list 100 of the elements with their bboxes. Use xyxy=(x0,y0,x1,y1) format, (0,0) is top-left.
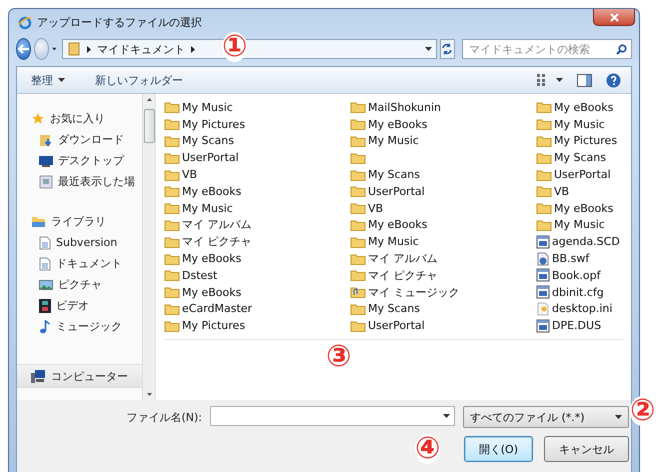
file-item[interactable]: マイ ミュージック xyxy=(350,284,536,301)
file-item[interactable]: My Music xyxy=(164,99,350,116)
scroll-thumb[interactable] xyxy=(144,109,154,143)
new-folder-button[interactable]: 新しいフォルダー xyxy=(91,70,187,90)
file-item[interactable]: My Music xyxy=(350,233,536,250)
file-item[interactable]: マイ アルバム xyxy=(164,216,350,234)
file-item[interactable]: My eBooks xyxy=(164,182,350,200)
sidebar-item[interactable]: デスクトップ xyxy=(17,150,142,171)
file-item[interactable]: My Pictures xyxy=(164,317,350,334)
file-item[interactable]: My Scans xyxy=(536,149,623,166)
file-item[interactable]: Dstest xyxy=(164,266,350,284)
file-item[interactable]: dbinit.cfg xyxy=(536,284,623,301)
folder-icon xyxy=(536,118,552,130)
cancel-button[interactable]: キャンセル xyxy=(544,436,629,462)
preview-pane-button[interactable] xyxy=(577,74,592,86)
help-button[interactable] xyxy=(606,72,621,88)
file-item[interactable]: desktop.ini xyxy=(536,300,623,318)
document-icon xyxy=(536,234,550,249)
file-item[interactable]: My Music xyxy=(536,216,623,234)
file-item[interactable]: DPE.DUS xyxy=(536,317,623,334)
file-item[interactable]: My Music xyxy=(164,200,350,217)
file-item[interactable]: My eBooks xyxy=(350,216,536,234)
scrollbar[interactable] xyxy=(142,94,155,400)
folder-icon xyxy=(536,168,552,181)
sidebar-heading[interactable]: コンピューター xyxy=(17,364,142,388)
sidebar-heading[interactable]: ライブラリ xyxy=(17,211,142,232)
file-item[interactable]: My Music xyxy=(536,116,623,133)
sidebar-item[interactable]: ダウンロード xyxy=(17,129,142,150)
file-type-dropdown[interactable]: すべてのファイル (*.*) xyxy=(463,406,629,428)
folder-icon xyxy=(536,202,552,214)
file-item[interactable]: My eBooks xyxy=(164,250,350,267)
file-item[interactable]: UserPortal xyxy=(350,182,536,200)
sidebar-item[interactable]: Subversion xyxy=(17,232,142,253)
close-button[interactable] xyxy=(593,9,635,26)
folder-icon xyxy=(164,152,180,164)
file-item[interactable]: My eBooks xyxy=(536,99,623,116)
caret-icon xyxy=(58,78,65,82)
dropdown-caret-icon xyxy=(424,47,432,51)
file-item[interactable]: My eBooks xyxy=(536,200,623,217)
file-item[interactable]: マイ アルバム xyxy=(350,250,536,267)
open-button[interactable]: 開く(O) xyxy=(464,436,533,462)
file-item[interactable]: マイ ピクチャ xyxy=(164,233,350,250)
refresh-arrows-icon xyxy=(441,43,454,55)
folder-icon xyxy=(536,152,552,164)
file-item[interactable]: eCardMaster xyxy=(164,300,350,318)
browser-logo-icon xyxy=(18,16,32,30)
file-item[interactable]: My eBooks xyxy=(164,284,350,301)
file-item[interactable]: UserPortal xyxy=(164,149,350,166)
film-icon xyxy=(39,298,51,312)
file-item[interactable]: UserPortal xyxy=(350,317,536,334)
file-item[interactable]: My Music xyxy=(350,132,536,150)
file-item[interactable]: Book.opf xyxy=(536,266,623,284)
sidebar-item[interactable]: ピクチャ xyxy=(17,274,142,295)
folder-icon xyxy=(350,168,366,181)
folder-icon xyxy=(350,269,366,282)
folder-icon xyxy=(164,185,180,198)
folder-icon xyxy=(536,218,552,231)
file-item[interactable]: agenda.SCD xyxy=(536,233,623,250)
file-item[interactable]: My eBooks xyxy=(350,116,536,133)
folder-icon xyxy=(66,42,81,56)
folder-icon xyxy=(164,320,180,332)
window-title: アップロードするファイルの選択 xyxy=(37,15,202,30)
search-icon xyxy=(616,44,628,54)
sidebar-item[interactable]: ドキュメント xyxy=(17,253,142,274)
folder-icon xyxy=(536,185,552,198)
sidebar-item[interactable]: 最近表示した場 xyxy=(17,171,142,192)
view-menu[interactable] xyxy=(537,74,563,86)
music-folder-icon xyxy=(350,286,366,298)
scroll-down-icon xyxy=(146,393,152,396)
file-item[interactable]: VB xyxy=(536,182,623,200)
back-button[interactable] xyxy=(16,38,32,60)
file-item[interactable]: VB xyxy=(350,200,536,217)
scroll-up-icon xyxy=(146,98,152,101)
folder-icon xyxy=(164,236,180,248)
folder-icon xyxy=(164,118,180,130)
organize-menu[interactable]: 整理 xyxy=(27,70,69,90)
file-name-field[interactable] xyxy=(210,406,455,426)
refresh-button[interactable] xyxy=(440,39,456,59)
file-item[interactable]: マイ ピクチャ xyxy=(350,266,536,284)
close-icon xyxy=(610,12,618,22)
sidebar-item[interactable]: ビデオ xyxy=(17,295,142,316)
search-field[interactable]: マイドキュメントの検索 xyxy=(462,39,632,59)
sidebar-heading[interactable]: お気に入り xyxy=(17,108,142,129)
document-icon xyxy=(39,256,51,270)
sidebar-item[interactable]: ミュージック xyxy=(17,316,142,337)
file-name-label: ファイル名(N): xyxy=(126,410,202,424)
folder-icon xyxy=(350,218,366,231)
file-item[interactable]: My Pictures xyxy=(536,132,623,150)
file-item[interactable]: MailShokunin xyxy=(350,99,536,116)
file-item[interactable]: UserPortal xyxy=(536,166,623,183)
file-item[interactable]: My Pictures xyxy=(164,116,350,133)
folder-icon xyxy=(350,134,366,147)
file-item[interactable]: BB.swf xyxy=(536,250,623,267)
file-item[interactable]: My Scans xyxy=(350,166,536,183)
folder-icon xyxy=(536,134,552,147)
breadcrumb[interactable]: マイドキュメント xyxy=(96,42,185,56)
help-icon xyxy=(606,72,621,88)
file-item[interactable]: My Scans xyxy=(164,132,350,150)
file-item[interactable]: VB xyxy=(164,166,350,183)
file-item[interactable]: My Scans xyxy=(350,300,536,318)
